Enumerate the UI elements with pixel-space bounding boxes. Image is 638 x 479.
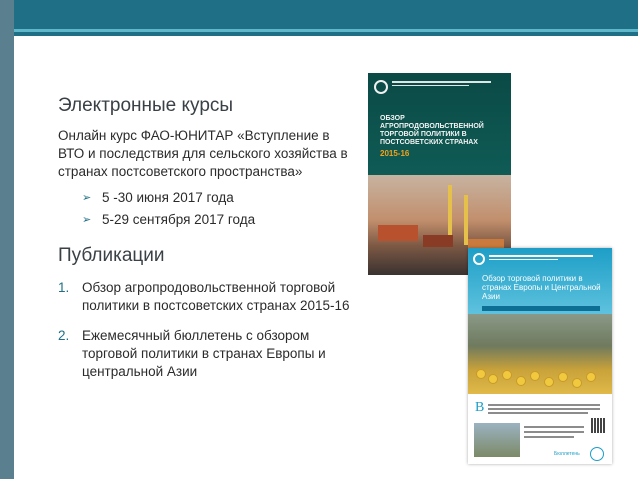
melon-shape	[558, 372, 568, 382]
publication-item: 2. Ежемесячный бюллетень с обзором торго…	[58, 327, 358, 381]
bulletin-info-strip	[482, 306, 600, 311]
arrow-right-icon: ➢	[82, 214, 92, 226]
left-accent-bar	[0, 0, 14, 479]
cover-year: 2015-16	[380, 149, 410, 158]
fao-logo-icon	[473, 253, 485, 265]
cover-org-text	[392, 79, 502, 88]
melon-shape	[476, 369, 486, 379]
bulletin-title: Обзор торговой политики в странах Европы…	[482, 274, 601, 301]
bulletin-footer-label: Бюллетень	[554, 451, 580, 457]
melon-shape	[488, 374, 498, 384]
text-line	[488, 408, 600, 410]
cover-monthly-bulletin: Обзор торговой политики в странах Европы…	[468, 248, 612, 464]
text-line	[488, 412, 588, 414]
fao-logo-icon	[590, 447, 604, 461]
slide-content: Электронные курсы Онлайн курс ФАО-ЮНИТАР…	[58, 95, 358, 393]
course-date-item: ➢ 5-29 сентября 2017 года	[82, 209, 358, 231]
publications-list: 1. Обзор агропродовольственной торговой …	[58, 279, 358, 381]
bulletin-market-photo	[468, 314, 612, 394]
publications-heading: Публикации	[58, 245, 165, 266]
melon-shape	[502, 370, 512, 380]
course-date-item: ➢ 5 -30 июня 2017 года	[82, 187, 358, 209]
bulletin-dropcap: В	[475, 400, 485, 415]
publication-number: 1.	[58, 280, 70, 295]
header-stripe	[14, 29, 638, 32]
text-line	[524, 436, 574, 438]
text-line	[488, 404, 600, 406]
melon-shape	[530, 371, 540, 381]
course-description: Онлайн курс ФАО-ЮНИТАР «Вступление в ВТО…	[58, 128, 348, 179]
melon-shape	[516, 376, 526, 386]
bulletin-org-text	[489, 253, 604, 262]
top-header-bar	[14, 0, 638, 36]
publication-title: Ежемесячный бюллетень с обзором торговой…	[82, 328, 326, 379]
arrow-right-icon: ➢	[82, 192, 92, 204]
melon-shape	[586, 372, 596, 382]
publication-number: 2.	[58, 328, 70, 343]
course-date-text: 5-29 сентября 2017 года	[102, 212, 256, 227]
cover-trade-policy-review: ОБЗОР АГРОПРОДОВОЛЬСТВЕННОЙ ТОРГОВОЙ ПОЛ…	[368, 73, 511, 275]
cover-title: ОБЗОР АГРОПРОДОВОЛЬСТВЕННОЙ ТОРГОВОЙ ПОЛ…	[380, 115, 484, 146]
crane-shape	[464, 195, 468, 245]
text-line	[524, 431, 584, 433]
publication-title: Обзор агропродовольственной торговой пол…	[82, 280, 350, 313]
publication-item: 1. Обзор агропродовольственной торговой …	[58, 279, 358, 315]
fao-logo-icon	[374, 80, 388, 94]
text-line	[524, 426, 584, 428]
bulletin-tractor-photo	[474, 423, 520, 457]
courses-heading: Электронные курсы	[58, 95, 234, 116]
melon-shape	[572, 378, 582, 388]
qr-code-icon	[591, 418, 606, 433]
course-date-text: 5 -30 июня 2017 года	[102, 190, 234, 205]
container-shape	[423, 235, 453, 247]
container-shape	[378, 225, 418, 241]
course-dates-list: ➢ 5 -30 июня 2017 года ➢ 5-29 сентября 2…	[82, 187, 358, 231]
melon-shape	[544, 377, 554, 387]
